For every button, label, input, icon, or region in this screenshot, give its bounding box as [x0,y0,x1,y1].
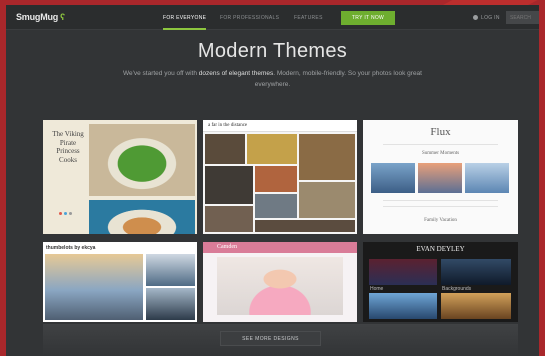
color-dots [59,202,74,220]
logo-text: SmugMug [16,12,59,22]
smugmug-face-icon: ʕ [60,12,65,22]
photo-thumb [255,194,297,218]
photo-thumb [205,206,253,232]
try-it-now-button[interactable]: TRY IT NOW [341,11,395,25]
divider [383,144,498,145]
subtitle-text: We've started you off with [123,70,199,77]
photo-thumb [247,134,297,164]
theme-title: Camden [217,244,237,250]
theme-tile-evan-deyley[interactable]: EVAN DEYLEY Home Backgrounds [363,242,518,322]
theme-title: a far in the distance [208,123,248,128]
photo-thumb [299,182,355,218]
photo-thumb [299,134,355,180]
photo-thumb [45,254,143,320]
divider [383,206,498,207]
theme-tile-viking[interactable]: The Viking Pirate Princess Cooks [43,120,197,234]
food-photo [89,124,195,196]
page-subtitle: We've started you off with dozens of ele… [116,68,429,90]
photo-thumb [371,163,415,193]
photo-thumb [465,163,509,193]
theme-tile-camden[interactable]: Camden [203,242,357,322]
page-title: Modern Themes [197,40,348,62]
album-caption: Home [370,286,384,292]
nav-for-everyone[interactable]: FOR EVERYONE [163,15,207,30]
photo-thumb [369,259,437,285]
photo-thumb [418,163,462,193]
baby-photo [217,257,343,315]
section-label: Summer Moments [421,151,460,156]
theme-title: The Viking Pirate Princess Cooks [52,130,84,164]
theme-title: Flux [430,126,451,138]
theme-header: Camden [203,242,357,253]
login-link[interactable]: LOG IN [473,15,500,21]
photo-thumb [441,259,511,285]
theme-tile-thumbelots[interactable]: thumbelots by ekcya [43,242,197,322]
photo-thumb [205,166,253,204]
browser-window: SmugMug ʕ FOR EVERYONE FOR PROFESSIONALS … [6,5,539,356]
theme-title: thumbelots by ekcya [46,245,96,251]
photo-thumb [146,288,195,320]
user-icon [473,15,478,21]
login-label: LOG IN [481,15,500,21]
theme-title: EVAN DEYLEY [416,245,465,253]
theme-tile-distance[interactable]: a far in the distance [203,120,357,234]
top-navigation-bar: SmugMug ʕ FOR EVERYONE FOR PROFESSIONALS … [6,5,539,30]
album-caption: Backgrounds [442,286,472,292]
section-label: Family Vacation [424,218,457,223]
divider [383,200,498,201]
theme-tile-flux[interactable]: Flux Summer Moments Family Vacation [363,120,518,234]
photo-thumb [205,134,245,164]
smugmug-logo[interactable]: SmugMug ʕ [16,12,65,22]
photo-thumb [255,220,355,232]
nav-for-professionals[interactable]: FOR PROFESSIONALS [220,15,279,21]
nav-features[interactable]: FEATURES [294,15,323,21]
photo-thumb [255,166,297,192]
food-photo [89,200,195,234]
photo-thumb [369,293,437,319]
subtitle-text-end: . Modern, mobile-friendly. So your photo… [254,70,422,88]
photo-thumb [146,254,195,286]
theme-header: a far in the distance [203,120,357,132]
see-more-designs-button[interactable]: SEE MORE DESIGNS [220,331,321,346]
search-input[interactable] [506,11,539,24]
subtitle-emphasis: dozens of elegant themes [198,70,274,77]
photo-thumb [441,293,511,319]
